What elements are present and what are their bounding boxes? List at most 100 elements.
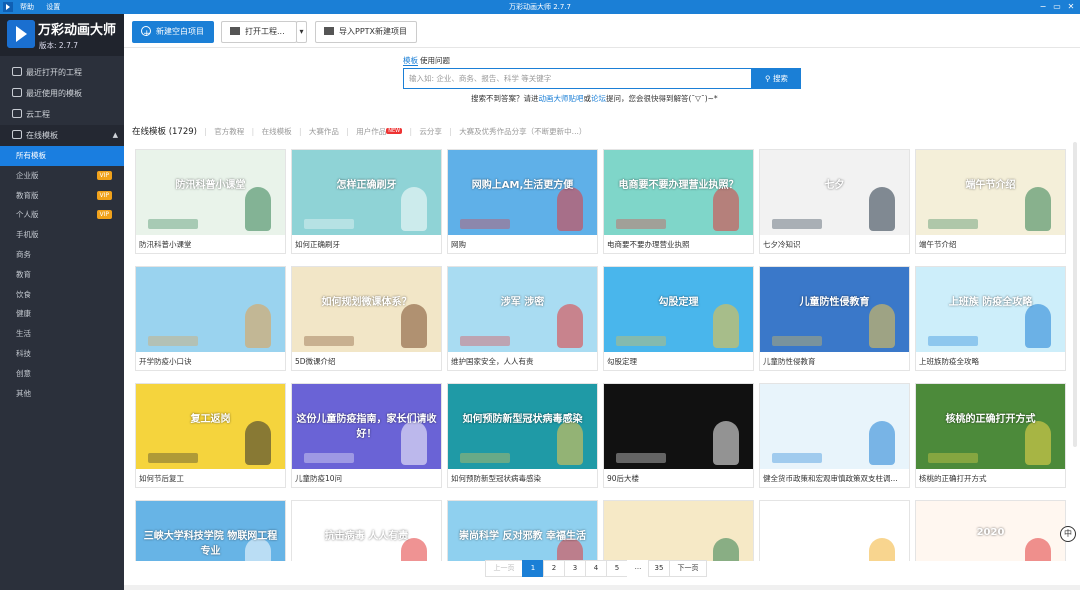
search-input[interactable]: 输入如: 企业、商务、报告、科学 等关键字 [403, 68, 752, 89]
thumbnail-title: 勾股定理 [658, 297, 699, 308]
template-label: 维护国家安全，人人有责 [451, 357, 534, 366]
template-thumbnail: 如何预防新型冠状病毒感染 [448, 384, 597, 469]
forum-link[interactable]: 论坛 [591, 94, 606, 103]
new-blank-project-button[interactable]: 新建空白项目 [132, 21, 214, 44]
template-thumbnail: 如何规划微课体系？ [292, 267, 441, 352]
template-card[interactable]: 电商要不要办理营业执照？ 电商要不要办理营业执照 [603, 149, 754, 254]
page-1[interactable]: 1 [522, 560, 544, 577]
template-card[interactable] [603, 500, 754, 561]
brand-version: 版本: 2.7.7 [39, 41, 78, 50]
filter-online-template[interactable]: 在线模板 [262, 127, 292, 136]
search-button[interactable]: ⚲ 搜索 [752, 68, 801, 89]
scrollbar[interactable] [1073, 142, 1077, 447]
template-thumbnail: 勾股定理 [604, 267, 753, 352]
import-pptx-button[interactable]: 导入PPTX新建项目 [315, 21, 417, 43]
template-card[interactable]: 2020 [915, 500, 1066, 561]
tab-question[interactable]: 使用问题 [420, 56, 450, 65]
template-card[interactable]: 网购上AM,生活更方便 网购 [447, 149, 598, 254]
template-card[interactable]: 如何预防新型冠状病毒感染 如何预防新型冠状病毒感染 [447, 383, 598, 488]
category-item[interactable]: 商务 [0, 245, 124, 265]
template-card[interactable] [759, 500, 910, 561]
clock-icon [12, 67, 22, 76]
brand-name: 万彩动画大师 [38, 23, 117, 38]
filter-user-works[interactable]: 用户作品 [356, 127, 386, 136]
brand: 万彩动画大师 版本: 2.7.7 [0, 14, 124, 56]
template-thumbnail: 上班族 防疫全攻略 [916, 267, 1065, 352]
category-item[interactable]: 其他 [0, 384, 124, 404]
category-item[interactable]: 企业版 VIP [0, 166, 124, 186]
category-item[interactable]: 健康 [0, 304, 124, 324]
template-card[interactable]: 上班族 防疫全攻略上班族防疫全攻略 [915, 266, 1066, 371]
page-2[interactable]: 2 [543, 560, 565, 577]
template-card[interactable]: 抗击病毒 人人有责 [291, 500, 442, 561]
template-icon [12, 88, 22, 97]
maximize-icon[interactable]: ▭ [1050, 1, 1064, 13]
nav-recent-projects[interactable]: 最近打开的工程 [0, 62, 124, 83]
template-label: 上班族防疫全攻略 [919, 357, 979, 366]
category-item[interactable]: 教育 [0, 265, 124, 285]
illustration-figure [1025, 421, 1051, 465]
template-thumbnail: 防汛科普小课堂 [136, 150, 285, 235]
template-card[interactable]: 这份儿童防疫指南，家长们请收好！ 儿童防疫10问 [291, 383, 442, 488]
prev-page-button[interactable]: 上一页 [485, 560, 523, 577]
filter-cloud-share[interactable]: 云分享 [419, 127, 442, 136]
minimize-icon[interactable]: − [1036, 1, 1050, 13]
category-item[interactable]: 个人版 VIP [0, 205, 124, 225]
page-3[interactable]: 3 [564, 560, 586, 577]
template-label: 七夕冷知识 [763, 240, 801, 249]
filter-contest-share[interactable]: 大赛及优秀作品分享（不断更新中...） [459, 127, 586, 136]
template-card[interactable]: 涉军 涉密 维护国家安全，人人有责 [447, 266, 598, 371]
category-item[interactable]: 创意 [0, 364, 124, 384]
category-item[interactable]: 所有模板 [0, 146, 124, 166]
open-dropdown-button[interactable]: ▾ [296, 21, 307, 43]
template-card[interactable]: 勾股定理 勾股定理 [603, 266, 754, 371]
bottom-bar [124, 585, 1080, 590]
template-card[interactable]: 防汛科普小课堂 防汛科普小课堂 [135, 149, 286, 254]
thumbnail-title: 怎样正确刷牙 [336, 180, 397, 191]
template-card[interactable]: 端午节介绍 端午节介绍 [915, 149, 1066, 254]
template-card[interactable]: 开学防疫小口诀 [135, 266, 286, 371]
nav-online-templates[interactable]: 在线模板 ▲ [0, 125, 124, 146]
nav-recent-templates[interactable]: 最近使用的模板 [0, 83, 124, 104]
tab-template[interactable]: 模板 [403, 56, 418, 66]
template-thumbnail: 端午节介绍 [916, 150, 1065, 235]
filter-contest-works[interactable]: 大赛作品 [309, 127, 339, 136]
forum-link-tieba[interactable]: 动画大师贴吧 [539, 94, 584, 103]
template-card[interactable]: 90后大楼 [603, 383, 754, 488]
category-item[interactable]: 饮食 [0, 285, 124, 305]
open-project-button[interactable]: 打开工程... [221, 21, 297, 43]
page-ellipsis: ... [627, 560, 649, 577]
next-page-button[interactable]: 下一页 [669, 560, 707, 577]
template-card[interactable]: 如何规划微课体系？ 5D微课介绍 [291, 266, 442, 371]
vip-badge: VIP [96, 170, 112, 180]
illustration-figure [713, 538, 739, 561]
template-card[interactable]: 三峡大学科技学院 物联网工程专业 [135, 500, 286, 561]
float-widget[interactable]: 中 [1060, 526, 1076, 542]
illustration-ground [928, 219, 978, 229]
illustration-ground [928, 453, 978, 463]
template-categories: 所有模板 企业版 VIP 教育版 VIP 个人版 VIP 手机版 商务 教育 饮食 健康 生活 科技 创意其… [0, 146, 124, 403]
template-thumbnail: 2020 [916, 501, 1065, 561]
close-icon[interactable]: ✕ [1064, 1, 1078, 13]
category-item[interactable]: 生活 [0, 324, 124, 344]
template-card[interactable]: 复工返岗 如何节后复工 [135, 383, 286, 488]
template-label: 网购 [451, 240, 466, 249]
template-card[interactable]: 儿童防性侵教育 儿童防性侵教育 [759, 266, 910, 371]
category-item[interactable]: 科技 [0, 344, 124, 364]
category-item[interactable]: 教育版 VIP [0, 186, 124, 206]
nav-cloud-project[interactable]: 云工程 [0, 104, 124, 125]
template-thumbnail: 崇尚科学 反对邪教 幸福生活 [448, 501, 597, 561]
template-card[interactable]: 核桃的正确打开方式 核桃的正确打开方式 [915, 383, 1066, 488]
template-card[interactable]: 健全货币政策和宏观审慎政策双支柱调... [759, 383, 910, 488]
page-4[interactable]: 4 [585, 560, 607, 577]
thumbnail-title: 如何规划微课体系？ [321, 297, 412, 308]
category-item[interactable]: 手机版 [0, 225, 124, 245]
illustration-figure [557, 421, 583, 465]
illustration-ground [616, 336, 666, 346]
template-card[interactable]: 怎样正确刷牙 如何正确刷牙 [291, 149, 442, 254]
template-card[interactable]: 七夕 七夕冷知识 [759, 149, 910, 254]
page-last[interactable]: 35 [648, 560, 670, 577]
template-card[interactable]: 崇尚科学 反对邪教 幸福生活 [447, 500, 598, 561]
page-5[interactable]: 5 [606, 560, 628, 577]
filter-official-tutorial[interactable]: 官方教程 [214, 127, 244, 136]
